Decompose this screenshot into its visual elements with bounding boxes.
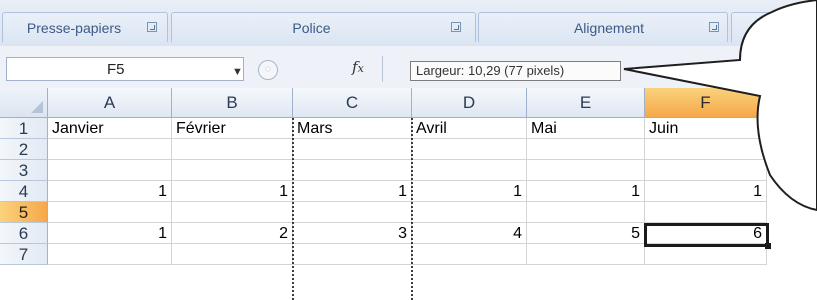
cell-a2[interactable] [48, 139, 172, 160]
page-break-line [292, 118, 294, 300]
cell-a1[interactable]: Janvier [48, 118, 172, 139]
cell-d7[interactable] [412, 244, 527, 265]
row-header-3[interactable]: 3 [0, 160, 48, 181]
formula-bar: F5 ▼ ◌ fx Largeur: 10,29 (77 pixels) [0, 46, 817, 89]
cell-c4[interactable]: 1 [293, 181, 412, 202]
cell-e6[interactable]: 5 [527, 223, 645, 244]
cell-c6[interactable]: 3 [293, 223, 412, 244]
cell-c2[interactable] [293, 139, 412, 160]
cell-e5[interactable] [527, 202, 645, 223]
selected-cell-f5[interactable] [644, 223, 769, 247]
row-header-2[interactable]: 2 [0, 139, 48, 160]
fill-handle[interactable] [765, 243, 771, 249]
cell-b7[interactable] [172, 244, 293, 265]
cancel-formula-icon[interactable]: ◌ [258, 60, 278, 80]
clipboard-dialog-launcher-icon[interactable] [147, 22, 157, 32]
column-header-e[interactable]: E [527, 88, 645, 118]
cell-f4[interactable]: 1 [645, 181, 767, 202]
cell-a3[interactable] [48, 160, 172, 181]
cell-d3[interactable] [412, 160, 527, 181]
font-dialog-launcher-icon[interactable] [451, 22, 461, 32]
cell-c3[interactable] [293, 160, 412, 181]
column-header-f[interactable]: F [645, 88, 767, 118]
cell-b2[interactable] [172, 139, 293, 160]
cell-b3[interactable] [172, 160, 293, 181]
ribbon-group-clipboard-label: Presse-papiers [26, 19, 122, 36]
formula-bar-separator [382, 56, 383, 82]
cell-e4[interactable]: 1 [527, 181, 645, 202]
cell-e2[interactable] [527, 139, 645, 160]
row-header-1[interactable]: 1 [0, 118, 48, 139]
cell-b1[interactable]: Février [172, 118, 293, 139]
cell-b6[interactable]: 2 [172, 223, 293, 244]
cell-d2[interactable] [412, 139, 527, 160]
column-header-a[interactable]: A [48, 88, 172, 118]
row-header-4[interactable]: 4 [0, 181, 48, 202]
column-header-c[interactable]: C [293, 88, 412, 118]
cell-d4[interactable]: 1 [412, 181, 527, 202]
ribbon-group-font: Police [171, 12, 476, 42]
cell-b5[interactable] [172, 202, 293, 223]
row-header-5[interactable]: 5 [0, 202, 48, 223]
cell-a4[interactable]: 1 [48, 181, 172, 202]
cell-e1[interactable]: Mai [527, 118, 645, 139]
cell-a6[interactable]: 1 [48, 223, 172, 244]
cell-a5[interactable] [48, 202, 172, 223]
cell-c5[interactable] [293, 202, 412, 223]
name-box[interactable]: F5 [6, 57, 244, 81]
column-header-b[interactable]: B [172, 88, 293, 118]
select-all-button[interactable] [0, 88, 48, 118]
column-header-d[interactable]: D [412, 88, 527, 118]
cell-f1[interactable]: Juin [645, 118, 767, 139]
cell-f5[interactable] [645, 202, 767, 223]
cell-b4[interactable]: 1 [172, 181, 293, 202]
column-width-tooltip: Largeur: 10,29 (77 pixels) [410, 61, 621, 81]
cell-a7[interactable] [48, 244, 172, 265]
cell-e7[interactable] [527, 244, 645, 265]
ribbon-group-alignment: Alignement [478, 12, 728, 42]
cell-c7[interactable] [293, 244, 412, 265]
ribbon-group-number-label: No [756, 19, 774, 36]
page-break-line [411, 118, 413, 300]
alignment-dialog-launcher-icon[interactable] [709, 22, 719, 32]
ribbon-group-alignment-label: Alignement [573, 19, 645, 36]
cell-f7[interactable] [645, 244, 767, 265]
ribbon-group-font-label: Police [292, 19, 331, 36]
cell-d1[interactable]: Avril [412, 118, 527, 139]
cell-c1[interactable]: Mars [293, 118, 412, 139]
row-header-6[interactable]: 6 [0, 223, 48, 244]
ribbon-group-number: No [731, 12, 817, 42]
cell-f2[interactable] [645, 139, 767, 160]
cell-e3[interactable] [527, 160, 645, 181]
row-header-7[interactable]: 7 [0, 244, 48, 265]
ribbon-group-clipboard: Presse-papiers [2, 12, 168, 42]
ribbon: Presse-papiers Police Alignement No [0, 0, 817, 47]
cell-f3[interactable] [645, 160, 767, 181]
cell-d5[interactable] [412, 202, 527, 223]
cell-d6[interactable]: 4 [412, 223, 527, 244]
name-box-dropdown-icon[interactable]: ▼ [232, 66, 243, 78]
name-box-value: F5 [107, 61, 125, 78]
fx-icon[interactable]: fx [352, 58, 364, 76]
